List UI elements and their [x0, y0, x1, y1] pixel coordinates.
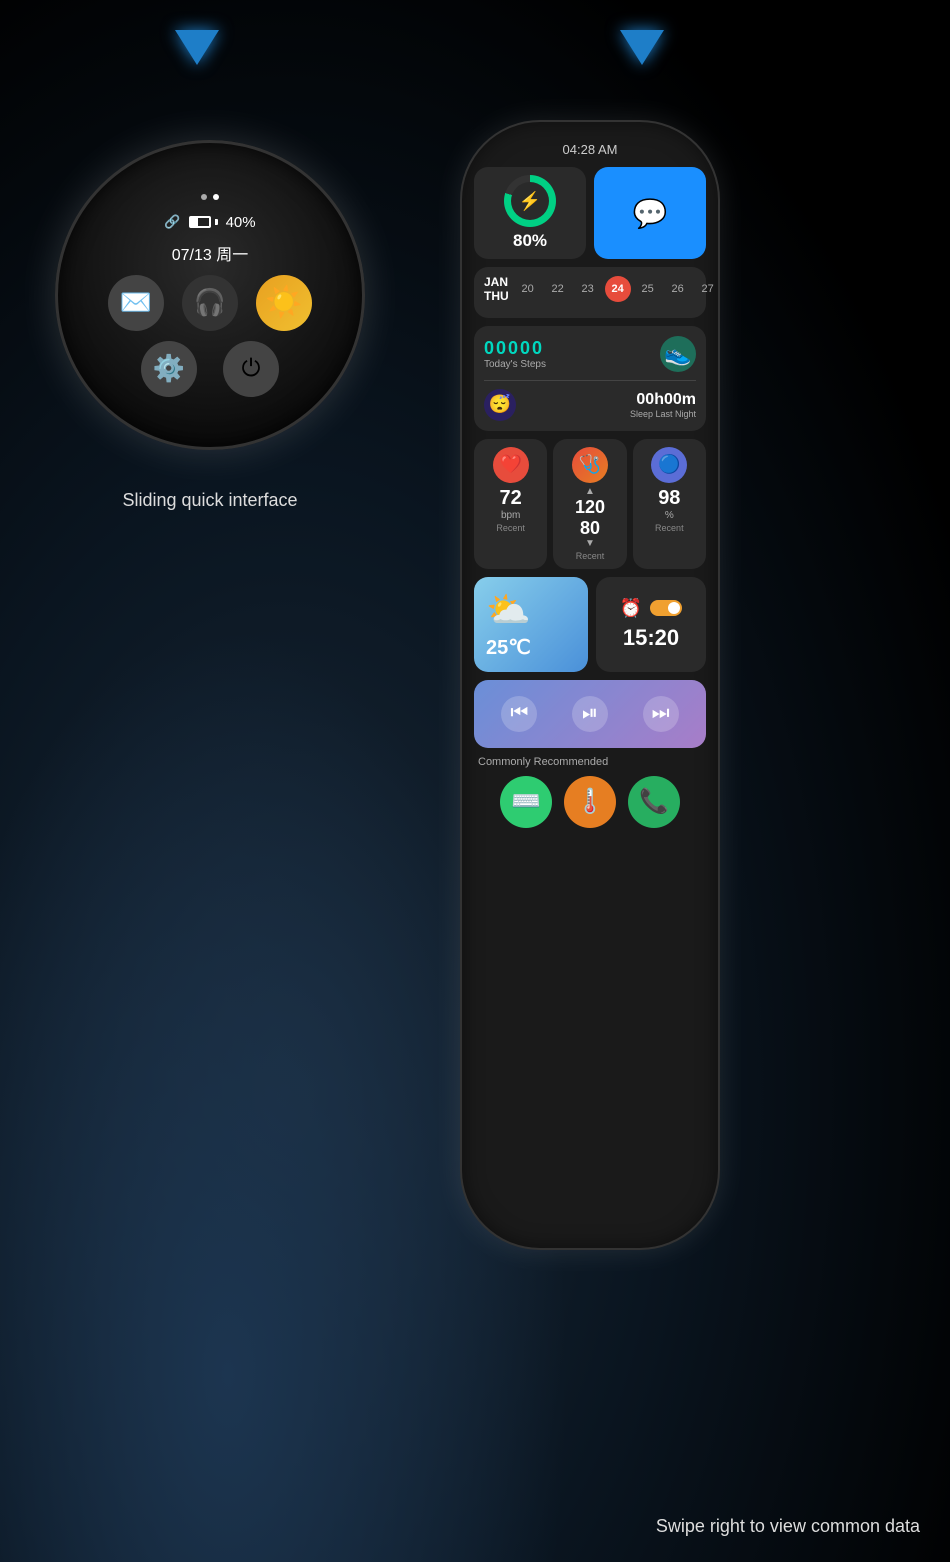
band-time: 04:28 AM — [563, 142, 618, 157]
shoe-icon: 👟 — [660, 336, 696, 372]
heart-rate-card[interactable]: ❤️ 72 bpm Recent — [474, 439, 547, 569]
steps-label: Today's Steps — [484, 359, 546, 370]
cal-date-22: 22 — [545, 276, 571, 302]
heart-rate-label: Recent — [496, 523, 525, 533]
dot-2 — [213, 194, 219, 200]
battery-ring: ⚡ — [504, 175, 556, 227]
bp-down-arrow: ▼ — [585, 539, 595, 549]
steps-divider — [484, 380, 696, 381]
steps-value: 00000 — [484, 338, 546, 359]
watch-status-bar: 🔗 40% — [164, 214, 255, 231]
spo2-label: Recent — [655, 523, 684, 533]
alarm-icon: ⏰ — [620, 598, 642, 619]
cal-date-23: 23 — [575, 276, 601, 302]
spo2-value: 98 — [658, 487, 680, 510]
music-play-pause-button[interactable]: ⏯ — [572, 696, 608, 732]
health-row: ❤️ 72 bpm Recent 🩺 ▲ 120 80 ▼ Recent 🔵 9… — [474, 439, 706, 569]
sleep-label: Sleep Last Night — [630, 409, 696, 419]
bluetooth-headphones-icon[interactable]: 🎧 — [182, 275, 238, 331]
cal-date-20: 20 — [515, 276, 541, 302]
bp-icon: 🩺 — [572, 447, 608, 483]
alarm-card[interactable]: ⏰ 15:20 — [596, 577, 706, 672]
dot-1 — [201, 194, 207, 200]
battery-icon — [189, 216, 218, 228]
recommended-apps-row: ⌨️ 🌡️ 📞 — [474, 776, 706, 828]
bp-up-arrow: ▲ — [585, 487, 595, 497]
cal-date-24: 24 — [605, 276, 631, 302]
steps-row: 00000 Today's Steps 👟 — [484, 336, 696, 372]
spo2-unit: % — [665, 510, 674, 521]
watch-dots — [201, 194, 219, 200]
alarm-top-row: ⏰ — [620, 598, 682, 619]
calendar-weekday: THU — [484, 289, 509, 303]
sleep-value: 00h00m — [630, 391, 696, 409]
watch-icons-row1: ✉️ 🎧 ☀️ — [108, 275, 312, 331]
link-icon: 🔗 — [164, 214, 180, 230]
battery-percent: 40% — [226, 214, 256, 231]
bp-systolic: 120 — [575, 497, 605, 518]
calendar-month-day: JAN THU — [484, 275, 509, 304]
brightness-icon[interactable]: ☀️ — [256, 275, 312, 331]
message-card[interactable]: 💬 — [594, 167, 706, 259]
mail-icon[interactable]: ✉️ — [108, 275, 164, 331]
steps-sleep-card[interactable]: 00000 Today's Steps 👟 😴 00h00m Sleep Las… — [474, 326, 706, 431]
heart-icon: ❤️ — [493, 447, 529, 483]
battery-card[interactable]: ⚡ 80% — [474, 167, 586, 259]
bp-diastolic: 80 — [580, 518, 600, 539]
power-icon[interactable]: ⏻ — [223, 341, 279, 397]
arrow-left — [175, 30, 219, 65]
music-prev-button[interactable]: ⏮ — [501, 696, 537, 732]
alarm-toggle[interactable] — [650, 600, 682, 616]
sleep-row: 😴 00h00m Sleep Last Night — [484, 389, 696, 421]
message-icon: 💬 — [633, 197, 668, 230]
watch-band: 04:28 AM ⚡ 80% 💬 JAN THU 20 22 23 24 25 — [460, 120, 720, 1250]
band-row1: ⚡ 80% 💬 — [474, 167, 706, 259]
battery-body — [189, 216, 211, 228]
watch-date: 07/13 周一 — [172, 241, 249, 265]
spo2-card[interactable]: 🔵 98 % Recent — [633, 439, 706, 569]
lightning-icon: ⚡ — [519, 191, 541, 212]
weather-icon: ⛅ — [486, 589, 531, 631]
calendar-card[interactable]: JAN THU 20 22 23 24 25 26 27 — [474, 267, 706, 318]
arrow-right — [620, 30, 664, 65]
keyboard-app-icon[interactable]: ⌨️ — [500, 776, 552, 828]
battery-percent-band: 80% — [513, 231, 547, 251]
calendar-dates: 20 22 23 24 25 26 27 — [515, 276, 720, 302]
heart-rate-unit: bpm — [501, 510, 520, 521]
recommended-label: Commonly Recommended — [474, 756, 706, 768]
weather-temp: 25℃ — [486, 635, 531, 660]
weather-card[interactable]: ⛅ 25℃ — [474, 577, 588, 672]
calendar-header: JAN THU 20 22 23 24 25 26 27 — [484, 275, 696, 304]
watch-icons-row2: ⚙️ ⏻ — [141, 341, 279, 397]
music-next-button[interactable]: ⏭ — [643, 696, 679, 732]
alarm-time: 15:20 — [623, 625, 679, 651]
blood-pressure-card[interactable]: 🩺 ▲ 120 80 ▼ Recent — [553, 439, 626, 569]
spo2-icon: 🔵 — [651, 447, 687, 483]
music-player-card[interactable]: ⏮ ⏯ ⏭ — [474, 680, 706, 748]
cal-date-26: 26 — [665, 276, 691, 302]
cal-date-27: 27 — [695, 276, 720, 302]
watch-circle: 🔗 40% 07/13 周一 ✉️ 🎧 ☀️ ⚙️ ⏻ — [55, 140, 365, 450]
thermometer-app-icon[interactable]: 🌡️ — [564, 776, 616, 828]
battery-tip — [215, 219, 218, 225]
weather-alarm-row: ⛅ 25℃ ⏰ 15:20 — [474, 577, 706, 672]
bp-label: Recent — [576, 551, 605, 561]
settings-icon[interactable]: ⚙️ — [141, 341, 197, 397]
calendar-month: JAN — [484, 275, 509, 289]
phone-app-icon[interactable]: 📞 — [628, 776, 680, 828]
cal-date-25: 25 — [635, 276, 661, 302]
caption-right: Swipe right to view common data — [656, 1516, 920, 1537]
bp-display: ▲ 120 80 ▼ — [575, 487, 605, 549]
caption-left: Sliding quick interface — [55, 490, 365, 511]
heart-rate-value: 72 — [500, 487, 522, 510]
sleep-icon: 😴 — [484, 389, 516, 421]
